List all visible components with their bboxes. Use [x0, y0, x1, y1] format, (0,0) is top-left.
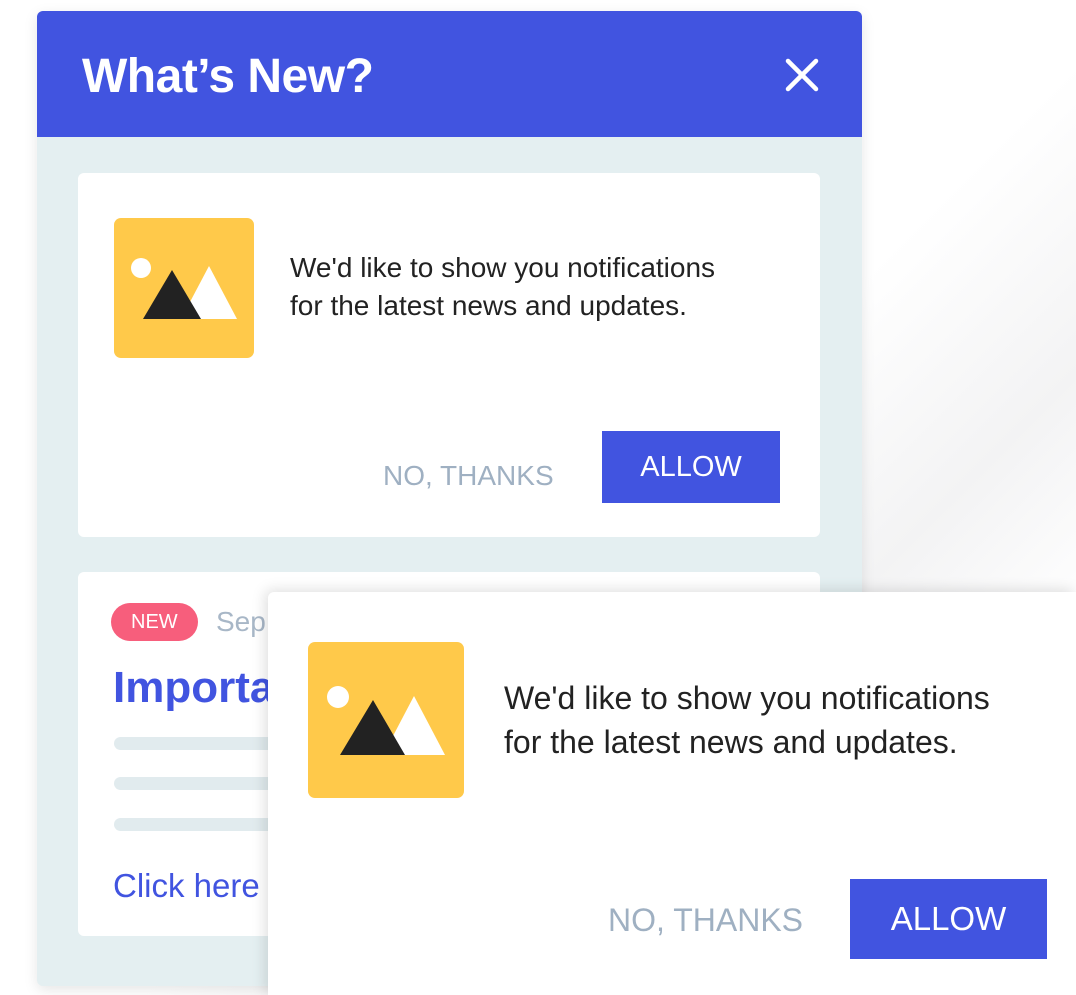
notification-popup: We'd like to show you notifications for …	[268, 592, 1076, 995]
popup-message-line1: We'd like to show you notifications	[504, 680, 990, 716]
image-placeholder-graphic	[131, 258, 237, 319]
permission-message-line1: We'd like to show you notifications	[290, 252, 716, 283]
close-icon	[785, 58, 819, 92]
no-thanks-button[interactable]: NO, THANKS	[383, 456, 554, 496]
notification-permission-card: We'd like to show you notifications for …	[78, 173, 820, 537]
image-placeholder-icon	[114, 218, 254, 358]
click-here-link[interactable]: Click here	[113, 864, 260, 908]
news-date: Sep	[216, 606, 266, 637]
close-button[interactable]	[782, 55, 822, 95]
popup-message: We'd like to show you notifications for …	[504, 676, 1064, 764]
image-placeholder-graphic	[327, 686, 445, 755]
popup-allow-button[interactable]: ALLOW	[850, 879, 1047, 959]
panel-title: What’s New?	[82, 50, 374, 103]
panel-header: What’s New?	[37, 11, 862, 137]
allow-button[interactable]: ALLOW	[602, 431, 780, 503]
permission-message: We'd like to show you notifications for …	[290, 249, 790, 325]
image-placeholder-icon	[308, 642, 464, 798]
permission-message-line2: for the latest news and updates.	[290, 290, 687, 321]
popup-no-thanks-button[interactable]: NO, THANKS	[608, 898, 803, 942]
new-badge: NEW	[111, 603, 198, 641]
news-title: Importa	[113, 663, 275, 712]
popup-message-line2: for the latest news and updates.	[504, 724, 958, 760]
